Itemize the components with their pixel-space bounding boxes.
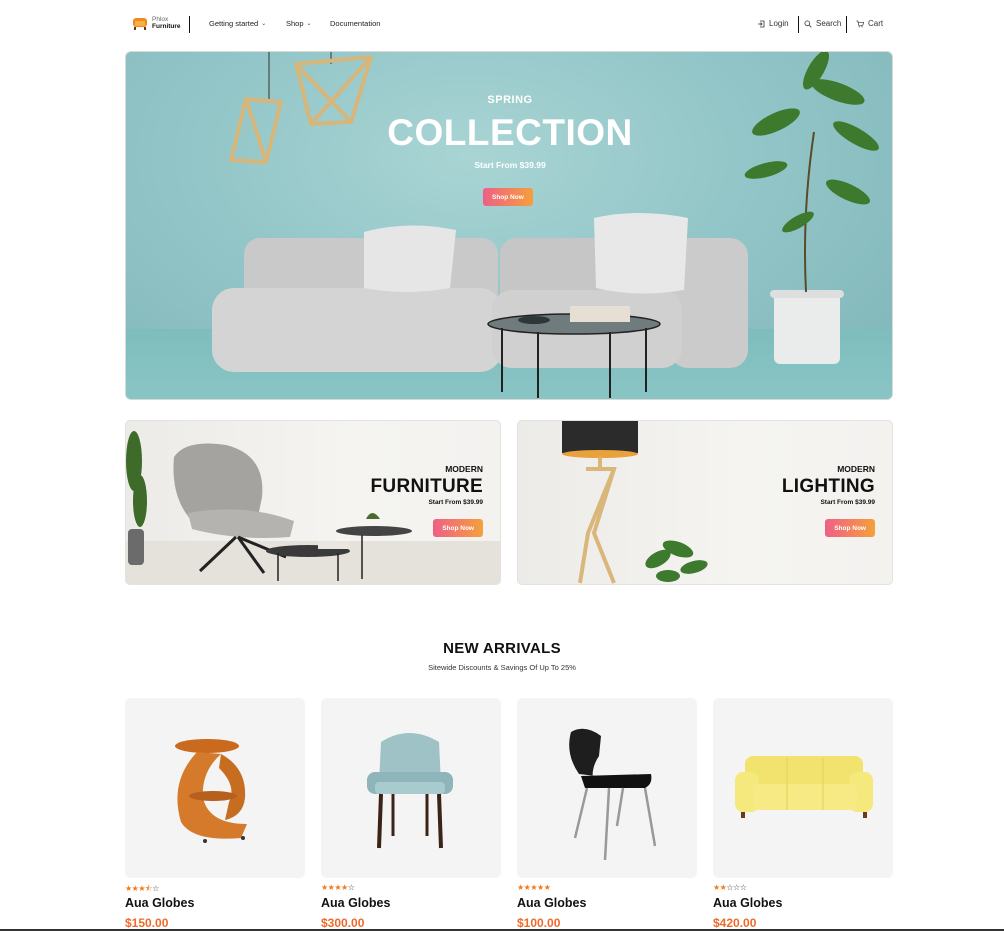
promo-subtitle: Start From $39.99 bbox=[428, 499, 483, 506]
rating-stars: ★★★⯪☆ bbox=[125, 884, 159, 893]
nav-shop[interactable]: Shop ⌄ bbox=[286, 19, 312, 28]
hero-banner: SPRING COLLECTION Start From $39.99 Shop… bbox=[125, 51, 893, 400]
side-table-icon bbox=[175, 739, 247, 843]
chevron-down-icon: ⌄ bbox=[261, 21, 267, 27]
promo-eyebrow: MODERN bbox=[837, 464, 875, 474]
promo-card-furniture[interactable]: MODERN FURNITURE Start From $39.99 Shop … bbox=[125, 420, 501, 585]
rating-stars: ★★☆☆☆ bbox=[713, 883, 747, 892]
hero-title: COLLECTION bbox=[387, 112, 633, 153]
promo-lighting-shop-now-button[interactable]: Shop Now bbox=[825, 519, 875, 537]
product-image[interactable] bbox=[713, 698, 893, 878]
nav-documentation[interactable]: Documentation bbox=[330, 19, 380, 28]
site-header: Phlox Furniture Getting started ⌄ Shop ⌄… bbox=[0, 0, 1004, 50]
header-divider bbox=[189, 16, 190, 33]
product-card[interactable]: ★★☆☆☆ Aua Globes $420.00 bbox=[713, 698, 893, 930]
product-price: $420.00 bbox=[713, 916, 757, 930]
chevron-down-icon: ⌄ bbox=[306, 21, 312, 27]
login-icon bbox=[758, 20, 765, 27]
promo-title: FURNITURE bbox=[370, 476, 483, 497]
product-name[interactable]: Aua Globes bbox=[713, 896, 782, 910]
hero-shop-now-button[interactable]: Shop Now bbox=[483, 188, 533, 206]
rating-stars: ★★★★★ bbox=[517, 883, 551, 892]
hero-subtitle: Start From $39.99 bbox=[474, 160, 546, 170]
promo-eyebrow: MODERN bbox=[445, 464, 483, 474]
promo-subtitle: Start From $39.99 bbox=[820, 499, 875, 506]
sofa-icon bbox=[735, 756, 873, 818]
promo-card-lighting[interactable]: MODERN LIGHTING Start From $39.99 Shop N… bbox=[517, 420, 893, 585]
cart-icon bbox=[856, 20, 864, 27]
nav-getting-started[interactable]: Getting started ⌄ bbox=[209, 19, 266, 28]
cart-label: Cart bbox=[868, 19, 884, 28]
product-image[interactable] bbox=[321, 698, 501, 878]
product-price: $300.00 bbox=[321, 916, 365, 930]
logo-line2: Furniture bbox=[152, 23, 181, 30]
login-label: Login bbox=[769, 19, 789, 28]
product-name[interactable]: Aua Globes bbox=[321, 896, 390, 910]
product-image[interactable] bbox=[125, 698, 305, 878]
product-image[interactable] bbox=[517, 698, 697, 878]
sofa-shape bbox=[212, 213, 748, 372]
product-card[interactable]: ★★★★☆ Aua Globes $300.00 bbox=[321, 698, 501, 930]
login-link[interactable]: Login bbox=[757, 19, 789, 28]
promo-title: LIGHTING bbox=[781, 476, 875, 497]
product-card[interactable]: ★★★⯪☆ Aua Globes $150.00 bbox=[125, 698, 305, 930]
product-name[interactable]: Aua Globes bbox=[125, 896, 194, 910]
product-name[interactable]: Aua Globes bbox=[517, 896, 586, 910]
search-icon bbox=[804, 19, 812, 28]
logo[interactable]: Phlox Furniture bbox=[132, 14, 181, 32]
nav-label: Getting started bbox=[209, 19, 259, 28]
logo-line1: Phlox bbox=[152, 16, 169, 23]
header-divider bbox=[846, 16, 847, 33]
armchair-logo-icon bbox=[133, 18, 147, 30]
hero-eyebrow: SPRING bbox=[487, 94, 533, 106]
product-card[interactable]: ★★★★★ Aua Globes $100.00 bbox=[517, 698, 697, 930]
product-price: $100.00 bbox=[517, 916, 561, 930]
armchair-icon bbox=[367, 733, 453, 849]
section-subtitle: Sitewide Discounts & Savings Of Up To 25… bbox=[428, 663, 576, 672]
nav-label: Shop bbox=[286, 19, 304, 28]
promo-furniture-shop-now-button[interactable]: Shop Now bbox=[433, 519, 483, 537]
nav-label: Documentation bbox=[330, 19, 381, 28]
chair-icon bbox=[569, 728, 657, 861]
search-label: Search bbox=[816, 19, 842, 28]
cart-link[interactable]: Cart bbox=[856, 19, 883, 28]
section-title: NEW ARRIVALS bbox=[443, 640, 561, 657]
product-price: $150.00 bbox=[125, 916, 169, 930]
rating-stars: ★★★★☆ bbox=[321, 883, 355, 892]
search-link[interactable]: Search bbox=[804, 19, 841, 28]
header-divider bbox=[798, 16, 799, 33]
